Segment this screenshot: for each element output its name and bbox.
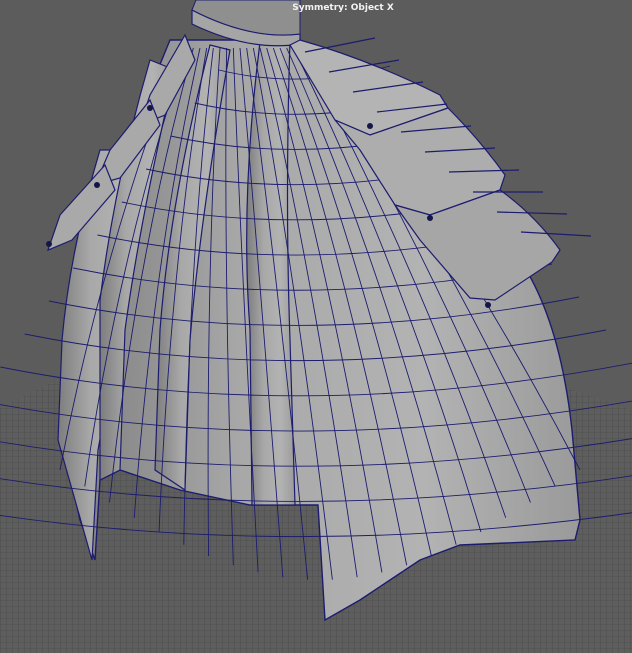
rivet-point xyxy=(94,182,100,188)
rivet-point xyxy=(485,302,491,308)
viewport-panel[interactable]: Symmetry: Object X xyxy=(0,0,632,653)
rivet-point xyxy=(367,123,373,129)
rivet-point xyxy=(427,215,433,221)
rivet-point xyxy=(46,241,52,247)
rivet-point xyxy=(147,105,153,111)
pleat-panel-4 xyxy=(246,39,296,506)
viewport-canvas[interactable] xyxy=(0,0,632,653)
